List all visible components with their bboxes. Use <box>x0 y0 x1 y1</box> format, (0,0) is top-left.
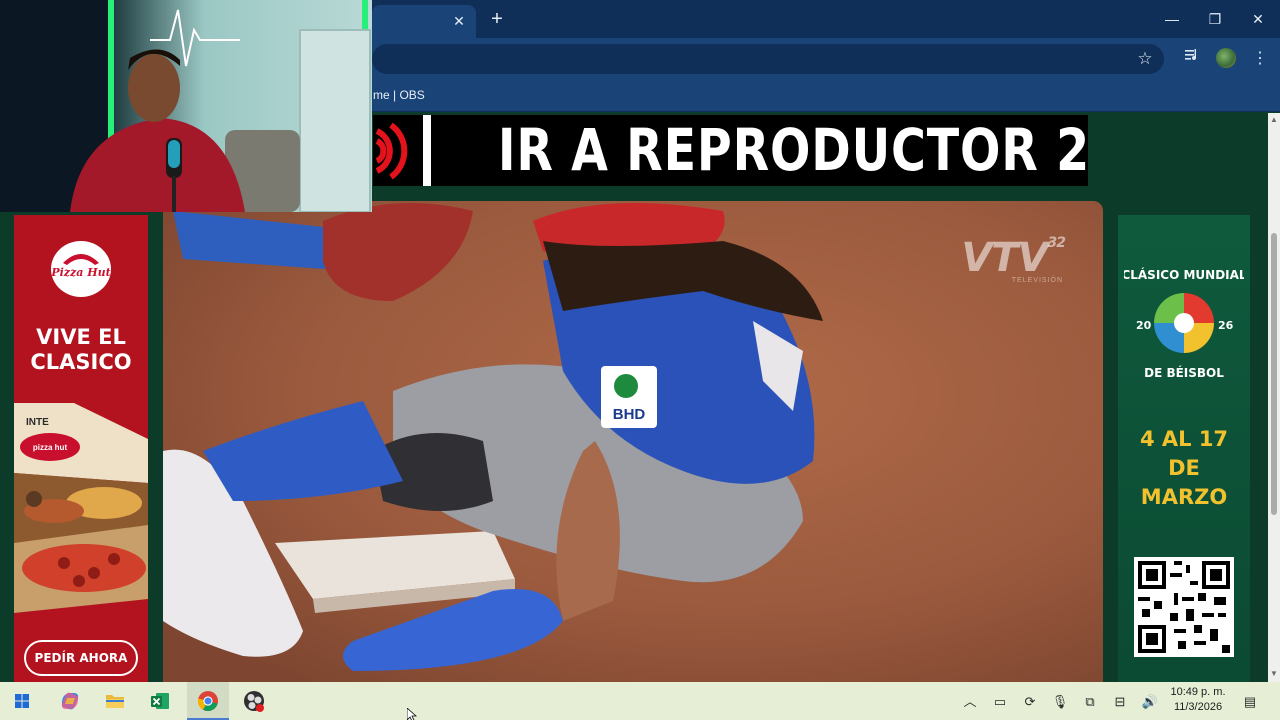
chrome-icon[interactable] <box>193 686 223 716</box>
screen: ✕ + — ❐ ✕ ☆ ⋮ me | OBS IR A REPRODUCTOR … <box>0 0 1280 720</box>
svg-text:INTE: INTE <box>26 417 49 428</box>
clock-time: 10:49 p. m. <box>1170 686 1226 698</box>
media-control-icon[interactable] <box>1180 47 1204 71</box>
clock-date: 11/3/2026 <box>1173 701 1223 713</box>
windows-taskbar: ︿ ▭ ⟳ 🎙 ⧉ ⊟ 🔊 10:49 p. m. 11/3/2026 ▤ <box>0 682 1280 720</box>
svg-text:26: 26 <box>1218 319 1234 332</box>
scroll-down-icon[interactable]: ▼ <box>1270 669 1278 679</box>
scrollbar-thumb[interactable] <box>1271 233 1277 515</box>
pizza-hut-ad[interactable]: Pizza Hut VIVE EL CLASICO INTE pizza hut <box>14 215 148 682</box>
vtv-watermark-sub: TELEVISIÓN <box>1011 277 1063 284</box>
svg-text:DE BÉISBOL: DE BÉISBOL <box>1144 365 1224 380</box>
copilot-icon[interactable] <box>55 686 85 716</box>
qr-code-image <box>1134 557 1234 657</box>
file-explorer-icon[interactable] <box>100 686 130 716</box>
tray-app-icon[interactable]: ▭ <box>991 693 1009 711</box>
notifications-icon[interactable]: ▤ <box>1241 693 1259 711</box>
webcam-image <box>0 0 372 212</box>
page-scrollbar[interactable]: ▲ ▼ <box>1268 113 1280 682</box>
video-player[interactable]: BHD VTV32 TELEVISIÓN <box>163 201 1103 682</box>
window-close-icon[interactable]: ✕ <box>1244 6 1272 32</box>
browser-tab[interactable]: ✕ <box>372 5 476 38</box>
tab-close-icon[interactable]: ✕ <box>450 12 468 30</box>
svg-text:CLÁSICO MUNDIAL: CLÁSICO MUNDIAL <box>1124 267 1244 282</box>
svg-text:20: 20 <box>1136 319 1152 332</box>
qr-code[interactable] <box>1134 557 1234 657</box>
tournament-dates: 4 AL 17 DE MARZO <box>1139 427 1229 509</box>
bookmark-star-icon[interactable]: ☆ <box>1134 48 1156 70</box>
tray-update-icon[interactable]: ⧉ <box>1081 693 1099 711</box>
player-banner[interactable]: IR A REPRODUCTOR 2 <box>373 115 1088 186</box>
world-baseball-classic-ad[interactable]: CLÁSICO MUNDIAL 20 26 DE BÉISBOL 4 AL 17… <box>1118 215 1250 682</box>
vtv-watermark: VTV32 <box>961 235 1066 281</box>
new-tab-icon[interactable]: + <box>486 8 508 30</box>
wbc-logo: CLÁSICO MUNDIAL 20 26 DE BÉISBOL <box>1124 267 1244 380</box>
maximize-icon[interactable]: ❐ <box>1201 6 1229 32</box>
svg-text:pizza hut: pizza hut <box>33 443 68 452</box>
banner-divider <box>423 115 431 186</box>
tray-volume-icon[interactable]: 🔊 <box>1141 693 1159 711</box>
more-menu-icon[interactable]: ⋮ <box>1248 47 1272 71</box>
address-bar[interactable]: ☆ <box>372 44 1164 74</box>
system-clock[interactable]: 10:49 p. m. 11/3/2026 <box>1166 685 1230 715</box>
svg-text:BHD: BHD <box>613 406 646 423</box>
broadcast-icon <box>375 122 408 180</box>
mouse-cursor-icon <box>407 708 417 720</box>
profile-avatar[interactable] <box>1216 48 1236 68</box>
order-now-button[interactable]: PEDÍR AHORA <box>24 640 138 676</box>
tray-microphone-icon[interactable]: 🎙 <box>1051 693 1069 711</box>
tray-sync-icon[interactable]: ⟳ <box>1021 693 1039 711</box>
excel-icon[interactable] <box>145 686 175 716</box>
minimize-icon[interactable]: — <box>1158 6 1186 32</box>
ad-headline: VIVE EL CLASICO <box>30 325 132 374</box>
webcam-overlay <box>0 0 372 212</box>
obs-icon[interactable] <box>239 686 269 716</box>
windows-start-icon[interactable] <box>7 686 37 716</box>
scroll-up-icon[interactable]: ▲ <box>1270 115 1278 125</box>
player-banner-title[interactable]: IR A REPRODUCTOR 2 <box>498 115 1088 186</box>
tray-network-icon[interactable]: ⊟ <box>1111 693 1129 711</box>
pizza-box-image: INTE pizza hut <box>14 403 148 613</box>
pizza-hut-logo: Pizza Hut <box>51 241 111 297</box>
tray-overflow-chevron-icon[interactable]: ︿ <box>961 693 979 711</box>
bookmark-obs[interactable]: me | OBS <box>373 88 425 102</box>
